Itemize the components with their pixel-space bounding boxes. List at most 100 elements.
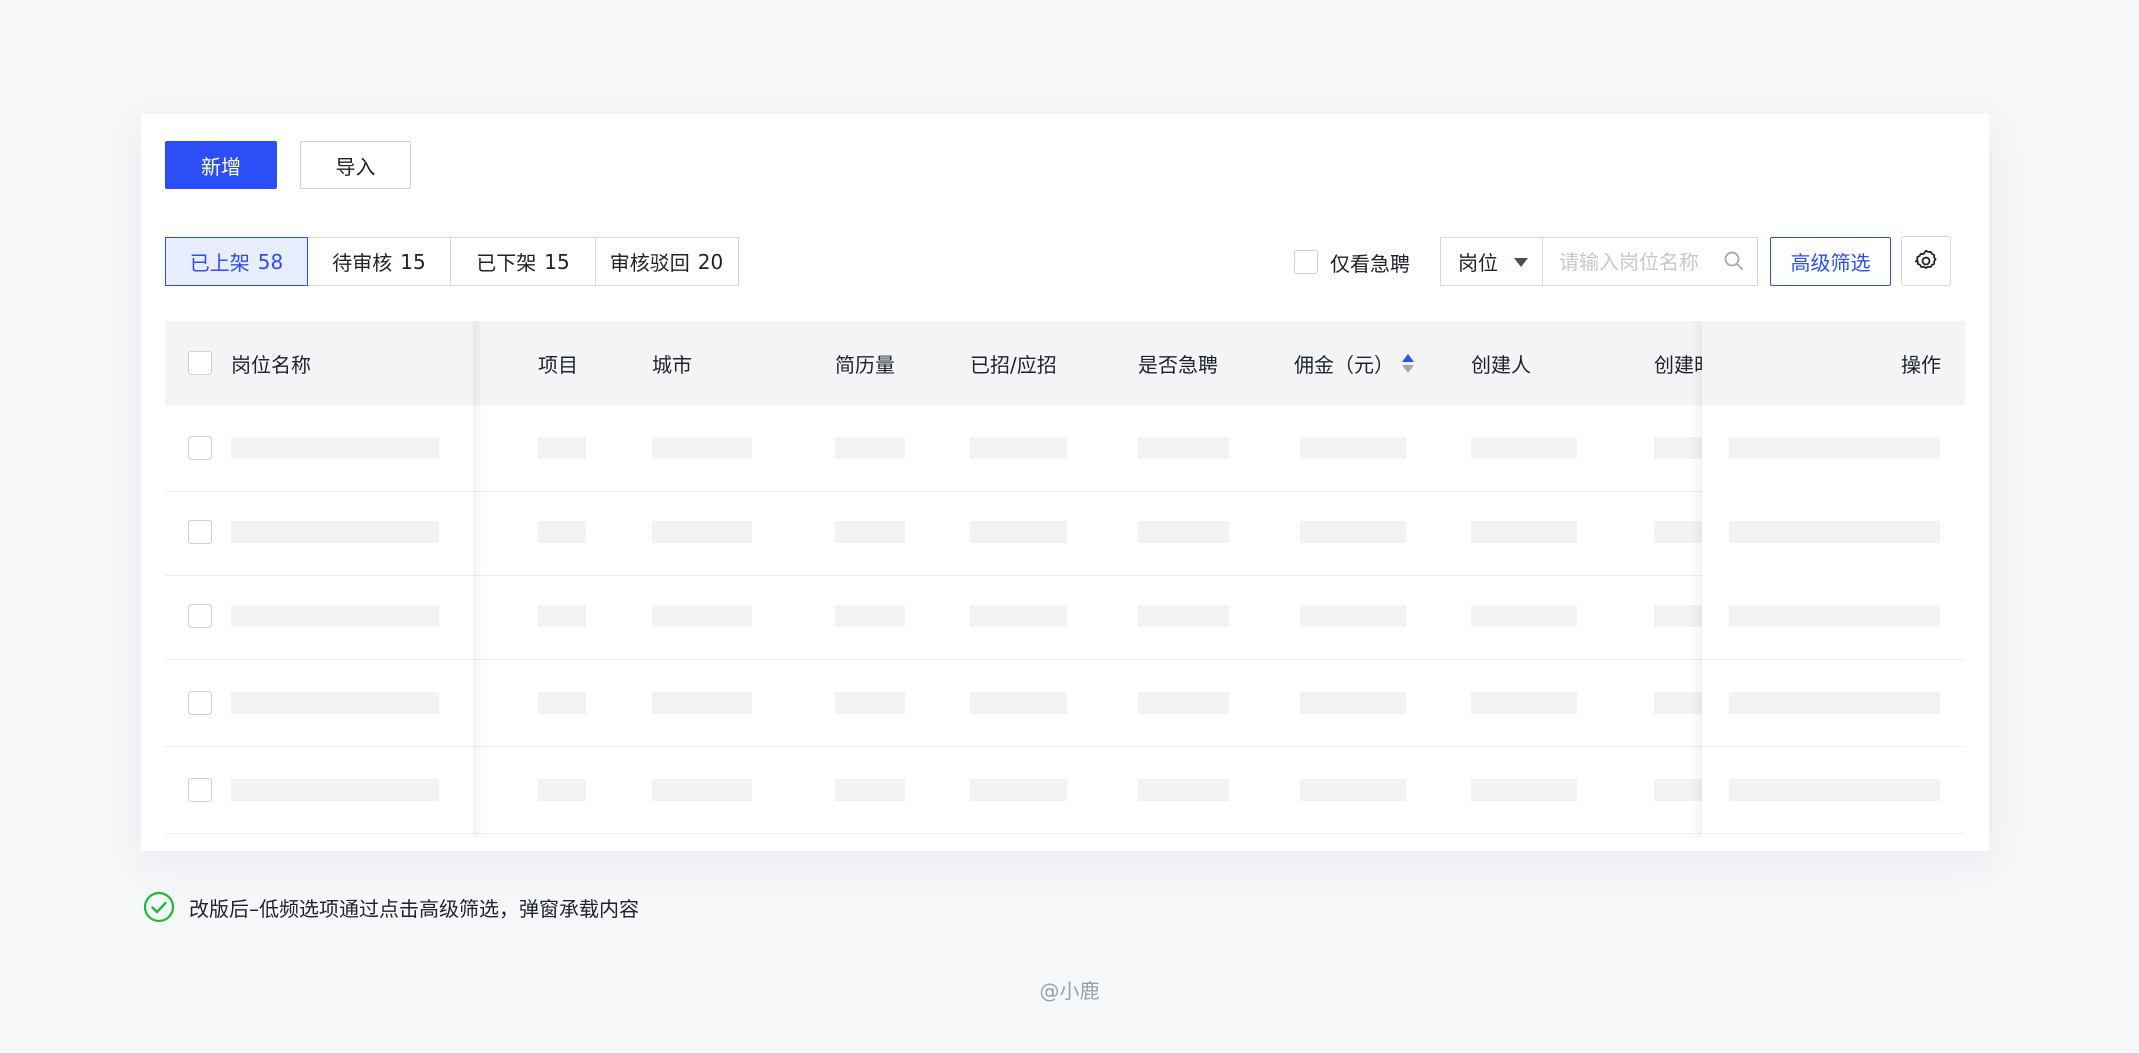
- note: 改版后–低频选项通过点击高级筛选，弹窗承载内容: [143, 891, 639, 923]
- column-header: 操作: [1901, 352, 1941, 377]
- action-cell: [1702, 660, 1965, 747]
- row-checkbox[interactable]: [188, 778, 212, 802]
- skeleton-placeholder: [538, 605, 586, 627]
- skeleton-placeholder: [1729, 779, 1940, 801]
- skeleton-placeholder: [970, 692, 1067, 714]
- skeleton-placeholder: [1471, 692, 1577, 714]
- job-list-card: 新增 导入 已上架 58 待审核 15 已下架 15 审核驳回 20 仅看急聘 岗位: [141, 114, 1989, 851]
- urgent-only-checkbox[interactable]: [1294, 250, 1318, 274]
- table-header: 岗位名称 项目 城市 简历量 已招/应招 是否急聘 佣金（元） 创建人 创建时: [165, 321, 1965, 405]
- row-checkbox[interactable]: [188, 520, 212, 544]
- sort-ascending-icon: [1402, 353, 1414, 362]
- add-button[interactable]: 新增: [165, 141, 277, 189]
- skeleton-placeholder: [652, 779, 752, 801]
- column-header[interactable]: 已招/应招: [970, 321, 1057, 405]
- skeleton-placeholder: [231, 437, 439, 459]
- commission-column-header[interactable]: 佣金（元）: [1294, 321, 1414, 405]
- select-all-checkbox[interactable]: [188, 351, 212, 375]
- tab-label: 已上架: [189, 251, 250, 275]
- skeleton-placeholder: [835, 779, 905, 801]
- skeleton-placeholder: [1471, 437, 1577, 459]
- column-header[interactable]: 简历量: [835, 321, 895, 405]
- skeleton-placeholder: [835, 437, 905, 459]
- tab-delisted[interactable]: 已下架 15: [450, 237, 596, 286]
- skeleton-placeholder: [231, 692, 439, 714]
- search-field-select[interactable]: 岗位: [1441, 238, 1543, 285]
- skeleton-placeholder: [652, 437, 752, 459]
- table-row: [165, 573, 1965, 660]
- check-circle-icon: [143, 891, 175, 923]
- column-header[interactable]: 城市: [652, 321, 692, 405]
- action-cell: [1702, 489, 1965, 576]
- skeleton-placeholder: [538, 692, 586, 714]
- caret-down-icon: [1514, 258, 1528, 267]
- settings-button[interactable]: [1901, 236, 1951, 286]
- tab-listed[interactable]: 已上架 58: [165, 237, 308, 286]
- skeleton-placeholder: [1138, 779, 1229, 801]
- urgent-only-filter[interactable]: 仅看急聘: [1294, 248, 1410, 276]
- skeleton-placeholder: [652, 692, 752, 714]
- table-row: [165, 405, 1965, 492]
- skeleton-placeholder: [970, 605, 1067, 627]
- row-checkbox[interactable]: [188, 604, 212, 628]
- footer-credit: @小鹿: [1039, 979, 1100, 1003]
- sort-descending-icon: [1402, 364, 1414, 373]
- skeleton-placeholder: [1138, 692, 1229, 714]
- skeleton-placeholder: [538, 521, 586, 543]
- row-checkbox[interactable]: [188, 691, 212, 715]
- skeleton-placeholder: [652, 605, 752, 627]
- table-row: [165, 660, 1965, 747]
- skeleton-placeholder: [1300, 692, 1406, 714]
- search-field-value: 岗位: [1458, 251, 1498, 275]
- action-cell: [1702, 747, 1965, 834]
- skeleton-placeholder: [1300, 521, 1406, 543]
- skeleton-placeholder: [1300, 605, 1406, 627]
- tab-count: 15: [544, 249, 570, 274]
- import-button[interactable]: 导入: [300, 141, 411, 189]
- action-cell: [1702, 573, 1965, 660]
- skeleton-placeholder: [835, 605, 905, 627]
- skeleton-placeholder: [1138, 605, 1229, 627]
- sort-icon[interactable]: [1402, 353, 1414, 373]
- column-header[interactable]: 是否急聘: [1138, 321, 1218, 405]
- tab-label: 待审核: [332, 251, 393, 275]
- search-input-wrap: [1543, 238, 1757, 285]
- action-cell: [1702, 405, 1965, 492]
- note-text: 改版后–低频选项通过点击高级筛选，弹窗承载内容: [189, 896, 639, 921]
- job-table: 岗位名称 项目 城市 简历量 已招/应招 是否急聘 佣金（元） 创建人 创建时 …: [165, 321, 1965, 837]
- skeleton-placeholder: [970, 779, 1067, 801]
- tab-count: 15: [400, 249, 426, 274]
- status-tabs: 已上架 58 待审核 15 已下架 15 审核驳回 20: [165, 237, 739, 286]
- tab-rejected[interactable]: 审核驳回 20: [594, 237, 739, 286]
- gear-icon: [1914, 249, 1937, 269]
- row-checkbox[interactable]: [188, 436, 212, 460]
- skeleton-placeholder: [970, 437, 1067, 459]
- skeleton-placeholder: [1471, 605, 1577, 627]
- skeleton-placeholder: [1729, 521, 1940, 543]
- skeleton-placeholder: [1729, 437, 1940, 459]
- skeleton-placeholder: [835, 521, 905, 543]
- skeleton-placeholder: [652, 521, 752, 543]
- column-header-label: 佣金（元）: [1294, 352, 1394, 377]
- tab-label: 审核驳回: [609, 251, 690, 275]
- search-icon[interactable]: [1723, 250, 1745, 272]
- urgent-only-label: 仅看急聘: [1330, 251, 1410, 276]
- column-header[interactable]: 创建人: [1471, 321, 1531, 405]
- skeleton-placeholder: [231, 521, 439, 543]
- advanced-filter-button[interactable]: 高级筛选: [1770, 237, 1891, 286]
- column-header[interactable]: 岗位名称: [231, 321, 311, 405]
- tab-count: 20: [697, 249, 724, 274]
- skeleton-placeholder: [970, 521, 1067, 543]
- column-header[interactable]: 项目: [538, 321, 578, 405]
- skeleton-placeholder: [231, 779, 439, 801]
- skeleton-placeholder: [538, 779, 586, 801]
- search-group: 岗位: [1440, 237, 1758, 286]
- skeleton-placeholder: [835, 692, 905, 714]
- skeleton-placeholder: [231, 605, 439, 627]
- skeleton-placeholder: [1471, 779, 1577, 801]
- tab-pending-review[interactable]: 待审核 15: [306, 237, 452, 286]
- skeleton-placeholder: [1471, 521, 1577, 543]
- skeleton-placeholder: [1729, 605, 1940, 627]
- table-row: [165, 489, 1965, 576]
- skeleton-placeholder: [538, 437, 586, 459]
